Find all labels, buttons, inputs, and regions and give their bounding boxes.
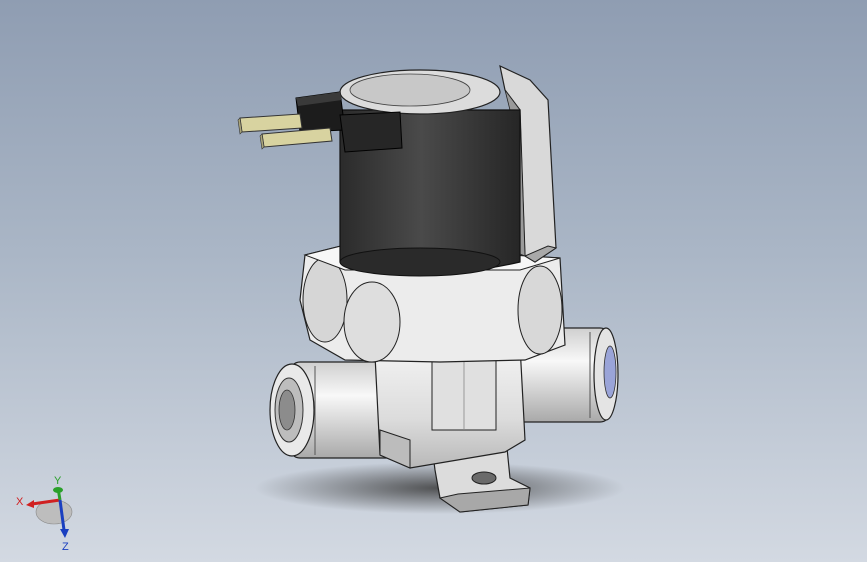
orientation-triad[interactable]: X Y Z [10, 474, 80, 554]
y-axis-arrow-icon [53, 487, 63, 501]
cad-viewport[interactable]: X Y Z [0, 0, 867, 562]
solenoid-valve-model[interactable] [0, 0, 867, 562]
x-axis-label: X [16, 496, 24, 508]
electrical-terminal-2[interactable] [259, 127, 333, 150]
solenoid-coil[interactable] [339, 66, 521, 277]
z-axis-label: Z [62, 541, 69, 553]
y-axis-label: Y [54, 475, 62, 487]
